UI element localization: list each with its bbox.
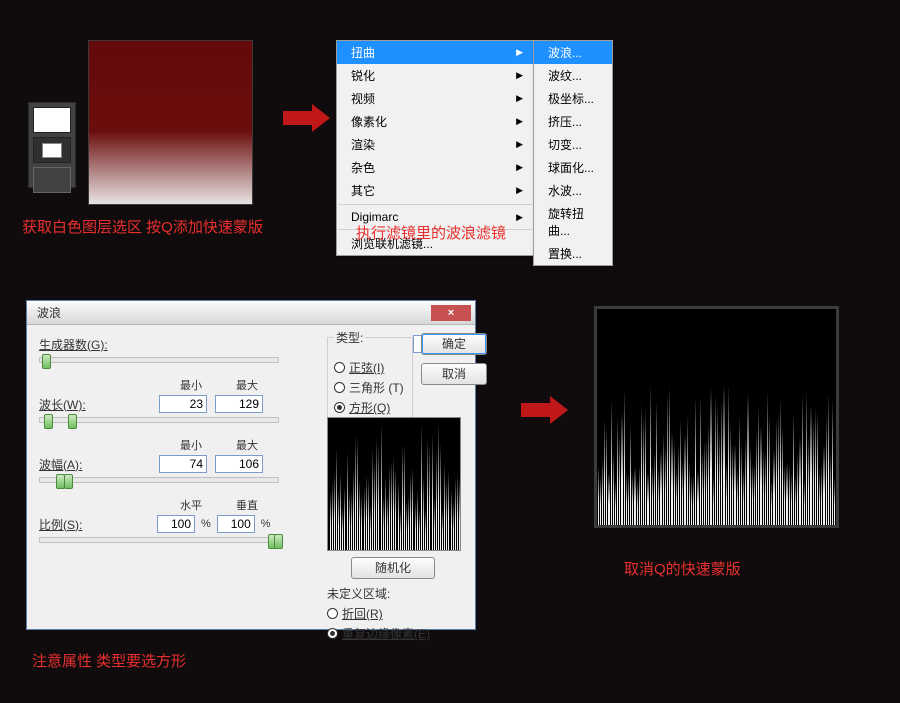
type-sine[interactable]: 正弦(I) (334, 359, 406, 376)
undef-wrap[interactable]: 折回(R) (327, 605, 430, 622)
wave-dialog-title: 波浪 (37, 304, 61, 321)
submenu-item[interactable]: 水波... (534, 179, 612, 202)
menu-item[interactable]: 视频▶ (337, 87, 533, 110)
amp-min-label: 最小 (167, 437, 215, 453)
result-preview (594, 306, 839, 528)
scale-label: 比例(S): (39, 516, 151, 533)
menu-item[interactable]: 扭曲▶ (337, 41, 533, 64)
min-label: 最小 (167, 377, 215, 393)
layer-thumb-white (33, 107, 71, 133)
layer-thumb-mask (33, 137, 71, 163)
amp-max-label: 最大 (223, 437, 271, 453)
percent-2: % (261, 518, 271, 530)
submenu-item[interactable]: 置换... (534, 242, 612, 265)
close-icon[interactable]: × (431, 305, 471, 321)
submenu-item[interactable]: 极坐标... (534, 87, 612, 110)
submenu-item[interactable]: 旋转扭曲... (534, 202, 612, 242)
generators-label: 生成器数(G): (39, 336, 108, 353)
wavelength-label: 波长(W): (39, 396, 151, 413)
type-triangle[interactable]: 三角形 (T) (334, 379, 406, 396)
randomize-button[interactable]: 随机化 (351, 557, 435, 579)
scale-v-input[interactable] (217, 515, 255, 533)
submenu-item[interactable]: 球面化... (534, 156, 612, 179)
submenu-item[interactable]: 波浪... (534, 41, 612, 64)
type-group: 类型: 正弦(I) 三角形 (T) 方形(Q) (327, 329, 413, 426)
menu-item[interactable]: 渲染▶ (337, 133, 533, 156)
arrow-1 (283, 111, 313, 125)
arrow-1-head (312, 104, 330, 132)
menu-item[interactable]: 锐化▶ (337, 64, 533, 87)
generators-slider[interactable] (39, 357, 279, 363)
submenu-item[interactable]: 挤压... (534, 110, 612, 133)
wave-dialog-titlebar[interactable]: 波浪 × (27, 301, 475, 325)
ok-button[interactable]: 确定 (421, 333, 487, 355)
amplitude-max-input[interactable] (215, 455, 263, 473)
amplitude-min-input[interactable] (159, 455, 207, 473)
caption-step3: 注意属性 类型要选方形 (32, 650, 186, 673)
amplitude-slider[interactable] (39, 477, 279, 483)
menu-item[interactable]: 像素化▶ (337, 110, 533, 133)
undefined-area-group: 未定义区域: 折回(R) 重复边缘像素(E) (327, 585, 430, 645)
caption-step2: 执行滤镜里的波浪滤镜 (356, 222, 506, 245)
menu-item[interactable]: 杂色▶ (337, 156, 533, 179)
wavelength-slider[interactable] (39, 417, 279, 423)
submenu-item[interactable]: 波纹... (534, 64, 612, 87)
amplitude-label: 波幅(A): (39, 456, 151, 473)
wave-dialog: 波浪 × 生成器数(G): 最小 最大 波长(W): (26, 300, 476, 630)
submenu-item[interactable]: 切变... (534, 133, 612, 156)
scale-v-label: 垂直 (223, 497, 271, 513)
caption-step4: 取消Q的快速蒙版 (624, 558, 741, 581)
filter-menu-distort[interactable]: 波浪...波纹...极坐标...挤压...切变...球面化...水波...旋转扭… (533, 40, 613, 266)
scale-slider[interactable] (39, 537, 279, 543)
percent-1: % (201, 518, 211, 530)
wave-preview (327, 417, 461, 551)
quickmask-gradient-preview (88, 40, 253, 205)
arrow-2-head (550, 396, 568, 424)
max-label: 最大 (223, 377, 271, 393)
type-legend: 类型: (334, 329, 365, 346)
arrow-2 (521, 403, 551, 417)
layers-panel (28, 102, 76, 188)
cancel-button[interactable]: 取消 (421, 363, 487, 385)
undef-repeat[interactable]: 重复边缘像素(E) (327, 625, 430, 642)
caption-step1: 获取白色图层选区 按Q添加快速蒙版 (22, 216, 263, 239)
scale-h-label: 水平 (167, 497, 215, 513)
type-square[interactable]: 方形(Q) (334, 399, 406, 416)
wavelength-max-input[interactable] (215, 395, 263, 413)
layer-thumb-bg (33, 167, 71, 193)
wavelength-min-input[interactable] (159, 395, 207, 413)
menu-item[interactable]: 其它▶ (337, 179, 533, 202)
undefined-area-label: 未定义区域: (327, 585, 430, 602)
scale-h-input[interactable] (157, 515, 195, 533)
